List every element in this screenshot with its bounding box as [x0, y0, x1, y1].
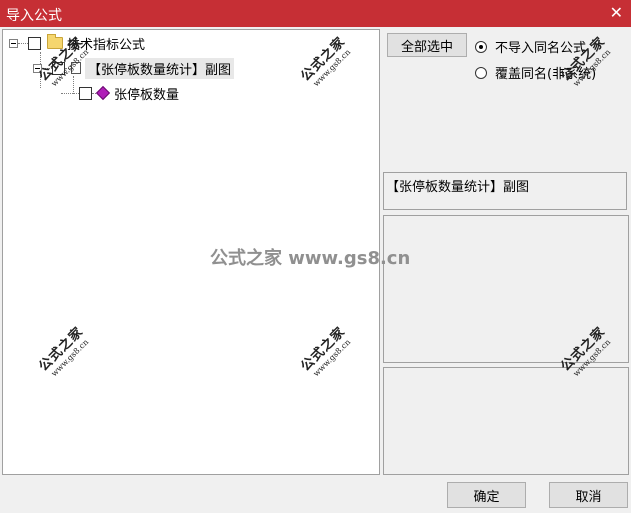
option-label: 不导入同名公式 [495, 41, 587, 56]
root-checkbox[interactable] [28, 36, 41, 50]
select-all-button[interactable]: 全部选中 [387, 33, 467, 57]
formula-info-box: 【张停板数量统计】副图 [383, 172, 627, 210]
radio-button[interactable] [475, 66, 487, 79]
folder-icon [47, 34, 63, 49]
close-icon[interactable]: ✕ [610, 3, 623, 23]
cancel-button[interactable]: 取消 [549, 482, 628, 508]
tree-item-label: 【张停板数量统计】副图 [85, 57, 235, 79]
ok-button[interactable]: 确定 [447, 482, 526, 508]
radio-button[interactable] [475, 40, 487, 53]
formula-info-text: 【张停板数量统计】副图 [386, 180, 530, 195]
tree-item-label: 张停板数量 [114, 87, 180, 103]
preview-pane-lower [383, 367, 629, 475]
title-bar: 导入公式 ✕ [0, 0, 631, 27]
leaf-checkbox[interactable] [79, 86, 92, 100]
tree-item-leaf[interactable]: 张停板数量 [61, 83, 179, 103]
center-watermark: 公式之家 www.gs8.cn [210, 248, 411, 269]
window-title: 导入公式 [6, 8, 62, 24]
skip-duplicate-option[interactable]: 不导入同名公式 [475, 37, 586, 56]
collapse-icon[interactable] [9, 38, 18, 48]
indicator-icon [95, 85, 111, 101]
